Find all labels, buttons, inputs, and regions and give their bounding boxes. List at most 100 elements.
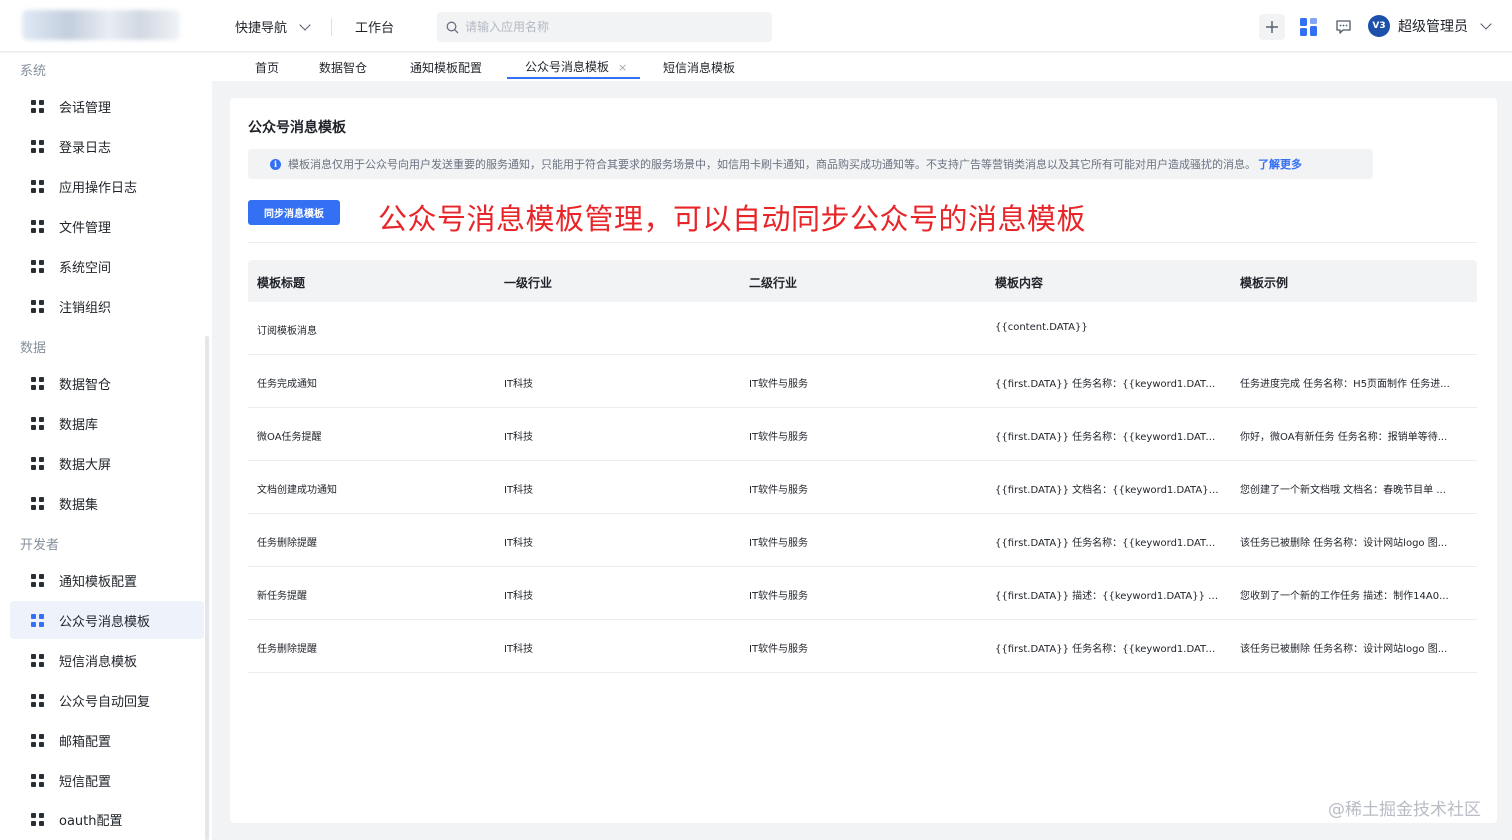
sidebar-item-label: 登录日志	[59, 140, 112, 156]
sidebar-item-operation-log[interactable]: 应用操作日志	[10, 167, 204, 205]
table-row[interactable]: 任务删除提醒 IT科技 IT软件与服务 {{first.DATA}} 任务名称：…	[248, 514, 1477, 567]
cell-content: {{first.DATA}} 任务名称：{{keyword1.DATA...	[995, 379, 1221, 390]
cell-title: 订阅模板消息	[257, 326, 317, 337]
user-menu[interactable]: V3 超级管理员	[1368, 15, 1492, 37]
divider	[248, 242, 1477, 243]
page-title: 公众号消息模板	[248, 120, 346, 136]
workbench-link[interactable]: 工作台	[355, 17, 394, 36]
table-row[interactable]: 文档创建成功通知 IT科技 IT软件与服务 {{first.DATA}} 文档名…	[248, 461, 1477, 514]
grid-icon	[31, 653, 44, 667]
sidebar-item-label: 数据大屏	[59, 457, 112, 473]
plus-icon	[1266, 21, 1278, 33]
sidebar-item-file-management[interactable]: 文件管理	[10, 207, 204, 245]
close-icon[interactable]: ×	[618, 61, 627, 74]
sidebar-item-label: oauth配置	[59, 813, 123, 829]
cell-industry1: IT科技	[504, 379, 534, 390]
sidebar-item-data-warehouse[interactable]: 数据智仓	[10, 364, 204, 402]
cell-title: 文档创建成功通知	[257, 485, 337, 496]
app-logo[interactable]	[22, 10, 180, 40]
cell-example: 你好，微OA有新任务 任务名称：报销单等待...	[1240, 432, 1448, 443]
info-icon: i	[270, 158, 281, 170]
cell-example: 该任务已被删除 任务名称：设计网站logo 图...	[1240, 538, 1448, 549]
cell-content: {{first.DATA}} 任务名称：{{keyword1.DATA...	[995, 538, 1221, 549]
avatar: V3	[1368, 15, 1390, 37]
tab-mp-message-template[interactable]: 公众号消息模板 ×	[525, 58, 627, 75]
grid-icon	[31, 219, 44, 233]
cell-industry1: IT科技	[504, 538, 534, 549]
app-search-input[interactable]	[465, 20, 755, 34]
sidebar-item-label: 系统空间	[59, 260, 112, 276]
sidebar-item-label: 邮箱配置	[59, 734, 112, 750]
cell-content: {{first.DATA}} 任务名称：{{keyword1.DATA...	[995, 432, 1221, 443]
app-search[interactable]	[437, 12, 772, 42]
cell-content: {{first.DATA}} 任务名称：{{keyword1.DATA...	[995, 644, 1221, 655]
column-header: 一级行业	[504, 276, 553, 290]
chevron-down-icon	[299, 18, 311, 31]
sidebar-item-label: 公众号消息模板	[59, 614, 151, 630]
apps-button[interactable]	[1297, 15, 1321, 39]
cell-industry1: IT科技	[504, 644, 534, 655]
sidebar-item-sms-template[interactable]: 短信消息模板	[10, 641, 204, 679]
cell-example: 该任务已被删除 任务名称：设计网站logo 图...	[1240, 644, 1448, 655]
tab-notification-template[interactable]: 通知模板配置	[410, 59, 482, 76]
sidebar-item-system-space[interactable]: 系统空间	[10, 247, 204, 285]
grid-icon	[31, 416, 44, 430]
sidebar-item-label: 文件管理	[59, 220, 112, 236]
tab-data-warehouse[interactable]: 数据智仓	[319, 59, 367, 76]
cell-industry1: IT科技	[504, 432, 534, 443]
cell-example: 任务进度完成 任务名称：H5页面制作 任务进...	[1240, 379, 1450, 390]
grid-icon	[31, 376, 44, 390]
grid-icon	[31, 456, 44, 470]
table-row[interactable]: 任务完成通知 IT科技 IT软件与服务 {{first.DATA}} 任务名称：…	[248, 355, 1477, 408]
sidebar-item-label: 数据智仓	[59, 377, 112, 393]
grid-icon	[31, 693, 44, 707]
sidebar-item-sms-config[interactable]: 短信配置	[10, 761, 204, 799]
annotation-text: 公众号消息模板管理，可以自动同步公众号的消息模板	[378, 202, 1087, 236]
sidebar-item-label: 数据集	[59, 497, 99, 513]
column-header: 模板示例	[1240, 276, 1289, 290]
grid-icon	[31, 733, 44, 747]
cell-industry2: IT软件与服务	[749, 432, 809, 443]
cell-example: 您收到了一个新的工作任务 描述：制作14A0...	[1240, 591, 1449, 602]
sidebar-item-dataset[interactable]: 数据集	[10, 484, 204, 522]
sidebar-item-database[interactable]: 数据库	[10, 404, 204, 442]
header-divider	[331, 18, 332, 36]
sidebar-item-notification-template[interactable]: 通知模板配置	[10, 561, 204, 599]
grid-icon	[31, 179, 44, 193]
table-row[interactable]: 任务删除提醒 IT科技 IT软件与服务 {{first.DATA}} 任务名称：…	[248, 620, 1477, 673]
table-row[interactable]: 订阅模板消息 {{content.DATA}}	[248, 302, 1477, 355]
sidebar-item-session-management[interactable]: 会话管理	[10, 87, 204, 125]
tab-home[interactable]: 首页	[255, 59, 279, 76]
messages-button[interactable]	[1331, 15, 1355, 39]
sync-templates-button[interactable]: 同步消息模板	[248, 200, 340, 225]
sidebar-item-mail-config[interactable]: 邮箱配置	[10, 721, 204, 759]
cell-title: 新任务提醒	[257, 591, 307, 602]
table-row[interactable]: 微OA任务提醒 IT科技 IT软件与服务 {{first.DATA}} 任务名称…	[248, 408, 1477, 461]
active-tab-indicator	[507, 77, 640, 79]
cell-industry2: IT软件与服务	[749, 485, 809, 496]
grid-icon	[31, 613, 44, 627]
sidebar-item-mp-auto-reply[interactable]: 公众号自动回复	[10, 681, 204, 719]
cell-industry2: IT软件与服务	[749, 379, 809, 390]
table-row[interactable]: 新任务提醒 IT科技 IT软件与服务 {{first.DATA}} 描述：{{k…	[248, 567, 1477, 620]
column-header: 模板内容	[995, 276, 1044, 290]
sidebar-item-data-screen[interactable]: 数据大屏	[10, 444, 204, 482]
grid-icon	[31, 496, 44, 510]
search-icon	[446, 21, 459, 33]
user-name: 超级管理员	[1398, 19, 1468, 35]
templates-table: 模板标题 一级行业 二级行业 模板内容 模板示例 订阅模板消息 {{conten…	[248, 260, 1477, 673]
learn-more-link[interactable]: 了解更多	[1258, 156, 1302, 172]
add-button[interactable]	[1259, 14, 1285, 40]
grid-icon	[31, 259, 44, 273]
sidebar-group-title: 数据	[20, 341, 47, 356]
sidebar-scrollbar[interactable]	[205, 336, 209, 840]
apps-icon	[1300, 18, 1317, 36]
sidebar-item-label: 注销组织	[59, 300, 112, 316]
sidebar-item-deregister-org[interactable]: 注销组织	[10, 287, 204, 325]
sidebar-item-login-log[interactable]: 登录日志	[10, 127, 204, 165]
sidebar-item-oauth-config[interactable]: oauth配置	[10, 800, 204, 838]
tab-bar	[212, 53, 1512, 81]
quick-nav-dropdown[interactable]: 快捷导航	[235, 17, 311, 36]
tab-sms-template[interactable]: 短信消息模板	[663, 59, 735, 76]
sidebar-item-mp-message-template[interactable]: 公众号消息模板	[10, 601, 204, 639]
